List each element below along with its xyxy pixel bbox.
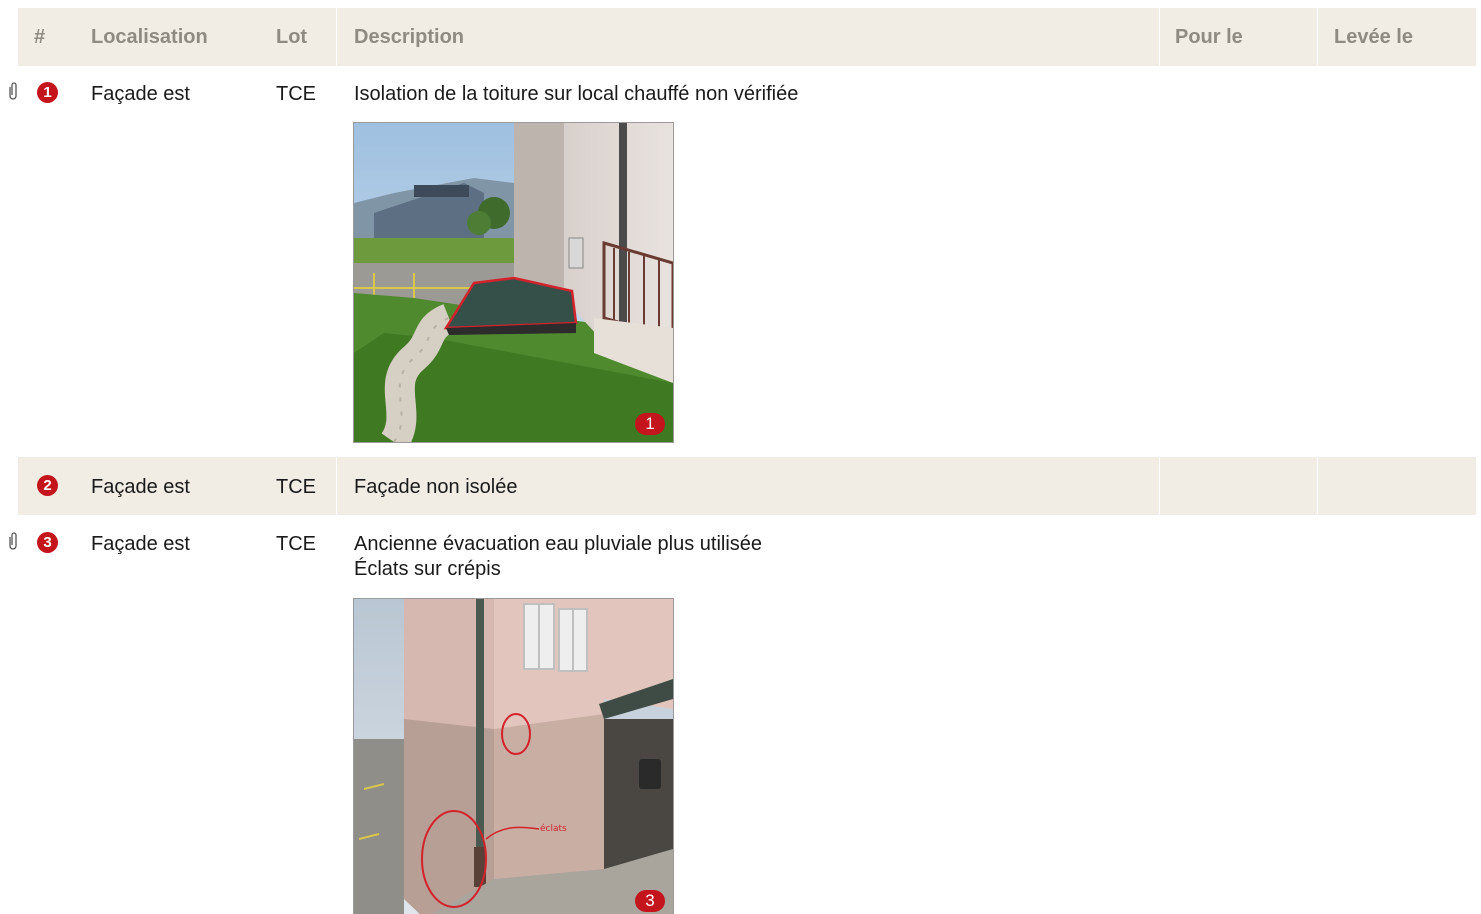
row-lot: TCE: [276, 83, 316, 105]
row-localisation: Façade est: [91, 83, 190, 105]
issue-number-badge: 1: [37, 82, 58, 103]
header-divider: [336, 8, 337, 66]
issue-photo-thumbnail[interactable]: 1: [353, 122, 674, 443]
table-row[interactable]: 2 Façade est TCE Façade non isolée: [18, 457, 1476, 515]
header-levee-le[interactable]: Levée le: [1334, 8, 1413, 66]
cell-divider: [1159, 457, 1160, 515]
header-number: #: [34, 26, 46, 48]
row-localisation: Façade est: [91, 476, 190, 498]
row-description: Isolation de la toiture sur local chauff…: [354, 83, 799, 105]
row-lot: TCE: [276, 476, 316, 498]
photo-image: éclats: [354, 599, 673, 914]
cell-divider: [336, 457, 337, 515]
row-description-line: Ancienne évacuation eau pluviale plus ut…: [354, 533, 763, 555]
header-divider: [1159, 8, 1160, 66]
row-lot: TCE: [276, 533, 316, 555]
table-header: # Localisation Lot Description Pour le L…: [18, 8, 1476, 66]
paperclip-icon[interactable]: [7, 532, 19, 550]
table-row[interactable]: 1 Façade est TCE Isolation de la toiture…: [0, 66, 1481, 456]
photo-image: [354, 123, 673, 442]
issue-number-badge: 3: [37, 532, 58, 553]
svg-text:éclats: éclats: [540, 823, 567, 834]
issue-photo-thumbnail[interactable]: éclats 3: [353, 598, 674, 914]
table-row[interactable]: 3 Façade est TCE Ancienne évacuation eau…: [0, 515, 1481, 914]
row-description: Façade non isolée: [354, 476, 518, 498]
row-description-line: Éclats sur crépis: [354, 558, 501, 580]
row-localisation: Façade est: [91, 533, 190, 555]
issue-number-badge: 2: [37, 475, 58, 496]
header-pour-le[interactable]: Pour le: [1175, 8, 1243, 66]
header-divider: [1317, 8, 1318, 66]
photo-number-badge: 3: [635, 890, 665, 912]
photo-number-badge: 1: [635, 413, 665, 435]
header-description[interactable]: Description: [354, 8, 464, 66]
paperclip-icon[interactable]: [7, 82, 19, 100]
header-localisation[interactable]: Localisation: [91, 8, 208, 66]
header-lot[interactable]: Lot: [276, 8, 307, 66]
cell-divider: [1317, 457, 1318, 515]
